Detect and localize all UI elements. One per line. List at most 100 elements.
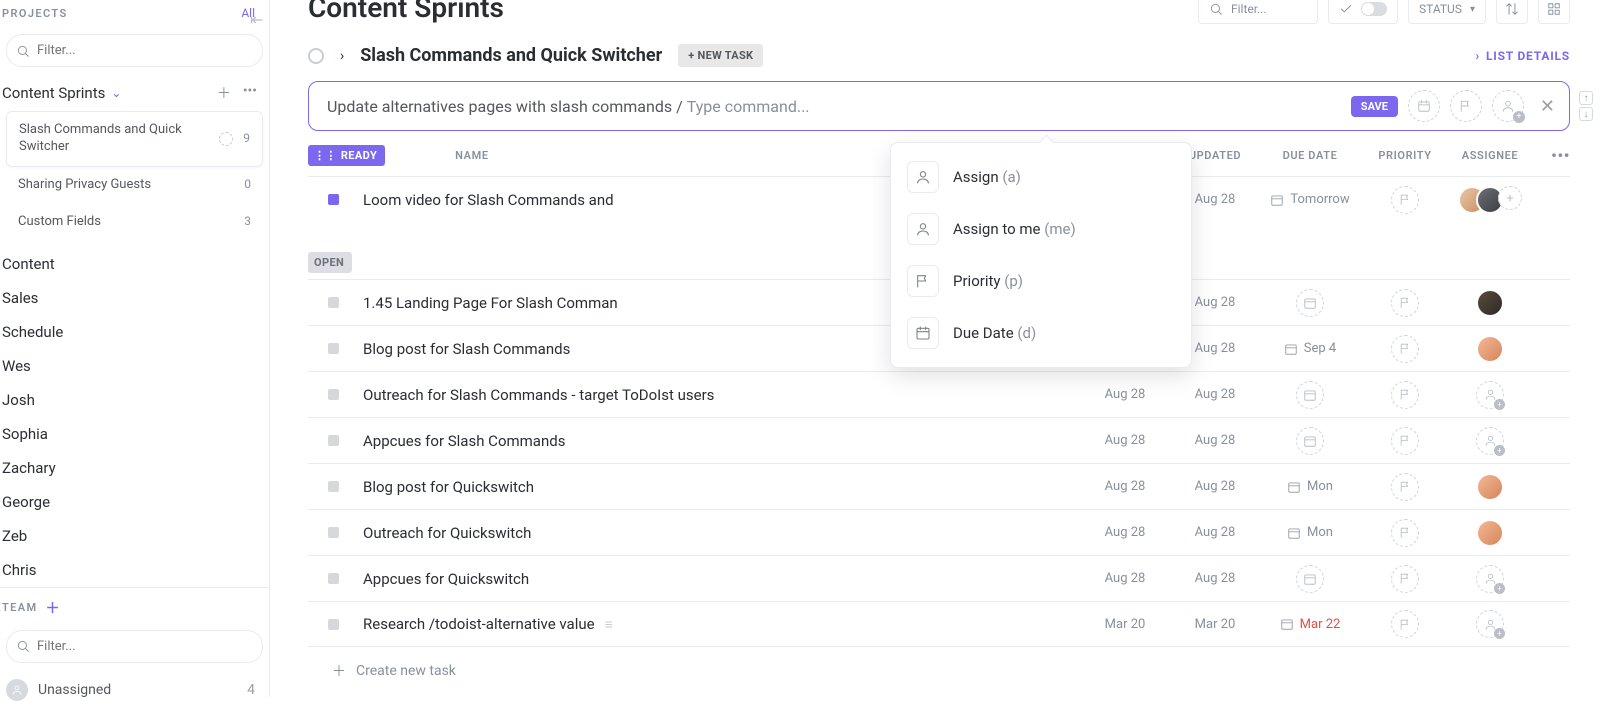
priority-cell[interactable] — [1360, 565, 1450, 593]
status-dot[interactable] — [328, 619, 339, 630]
assignee-cell[interactable]: + — [1450, 381, 1530, 409]
task-row[interactable]: Appcues for Quickswitch Aug 28 Aug 28 + — [308, 555, 1570, 601]
due-cell[interactable] — [1260, 381, 1360, 409]
arrow-up-icon[interactable]: ↑ — [1579, 91, 1593, 105]
priority-cell[interactable] — [1360, 473, 1450, 501]
composer-close-icon[interactable]: ✕ — [1540, 96, 1555, 117]
projects-filter[interactable] — [6, 34, 263, 67]
priority-cell[interactable] — [1360, 610, 1450, 638]
view-grid-button[interactable] — [1538, 0, 1570, 24]
status-dot[interactable] — [328, 194, 339, 205]
new-task-button[interactable]: + NEW TASK — [678, 44, 763, 67]
sidebar-list-item[interactable]: Slash Commands and Quick Switcher 9 — [6, 111, 263, 167]
status-dot[interactable] — [328, 527, 339, 538]
assignee-cell[interactable]: + — [1450, 427, 1530, 455]
due-cell[interactable]: Mon — [1260, 525, 1360, 540]
col-actions-icon[interactable]: ••• — [1530, 146, 1570, 165]
slash-menu-item[interactable]: Assign (a) — [903, 151, 1179, 203]
sidebar-list-item[interactable]: Custom Fields 3 — [6, 204, 263, 241]
priority-cell[interactable] — [1360, 519, 1450, 547]
task-name[interactable]: Appcues for Slash Commands — [363, 432, 1080, 450]
status-dot[interactable] — [328, 297, 339, 308]
sidebar-nav-item[interactable]: Zeb — [0, 519, 269, 553]
composer-input[interactable]: Update alternatives pages with slash com… — [327, 97, 1341, 116]
status-dot[interactable] — [328, 573, 339, 584]
col-assignee[interactable]: ASSIGNEE — [1450, 149, 1530, 162]
status-dot[interactable] — [328, 343, 339, 354]
status-dropdown[interactable]: STATUS ▾ — [1408, 0, 1486, 24]
status-dot[interactable] — [328, 435, 339, 446]
status-dot[interactable] — [328, 389, 339, 400]
status-badge-open[interactable]: OPEN — [308, 252, 352, 273]
team-filter-input[interactable] — [6, 630, 263, 663]
task-row[interactable]: Blog post for Quickswitch Aug 28 Aug 28 … — [308, 463, 1570, 509]
task-composer[interactable]: Update alternatives pages with slash com… — [308, 81, 1570, 131]
sidebar-nav-item[interactable]: Josh — [0, 383, 269, 417]
create-task-row[interactable]: ＋ Create new task — [308, 647, 1570, 681]
sidebar-nav-item[interactable]: George — [0, 485, 269, 519]
assignee-cell[interactable] — [1450, 519, 1530, 547]
task-name[interactable]: Blog post for Quickswitch — [363, 478, 1080, 496]
due-cell[interactable] — [1260, 565, 1360, 593]
task-row[interactable]: Research /todoist-alternative value≡ Mar… — [308, 601, 1570, 647]
priority-cell[interactable] — [1360, 381, 1450, 409]
add-assignee-icon[interactable]: + — [1498, 186, 1522, 210]
due-cell[interactable] — [1260, 427, 1360, 455]
collapse-group-icon[interactable]: › — [340, 48, 344, 64]
priority-cell[interactable] — [1360, 186, 1450, 214]
sidebar-nav-item[interactable]: Schedule — [0, 315, 269, 349]
composer-due-slot[interactable] — [1408, 90, 1440, 122]
drag-handle-icon[interactable]: ≡ — [605, 616, 613, 633]
priority-cell[interactable] — [1360, 289, 1450, 317]
sidebar-nav-item[interactable]: Sophia — [0, 417, 269, 451]
due-cell[interactable]: Mon — [1260, 479, 1360, 494]
task-name[interactable]: Outreach for Slash Commands - target ToD… — [363, 386, 1080, 404]
filter-tasks[interactable]: Filter... — [1198, 0, 1318, 24]
sidebar-nav-item[interactable]: Sales — [0, 281, 269, 315]
sidebar-nav-item[interactable]: Content — [0, 247, 269, 281]
task-name[interactable]: Appcues for Quickswitch — [363, 570, 1080, 588]
arrow-down-icon[interactable]: ↓ — [1579, 107, 1593, 121]
assignee-cell[interactable]: + — [1450, 565, 1530, 593]
projects-filter-input[interactable] — [6, 34, 263, 67]
due-cell[interactable]: Tomorrow — [1260, 192, 1360, 207]
add-list-icon[interactable]: ＋ — [217, 83, 231, 103]
task-row[interactable]: Outreach for Quickswitch Aug 28 Aug 28 M… — [308, 509, 1570, 555]
include-toggle[interactable] — [308, 48, 324, 64]
status-dot[interactable] — [328, 481, 339, 492]
composer-assignee-slot[interactable]: + — [1492, 90, 1524, 122]
priority-cell[interactable] — [1360, 335, 1450, 363]
sidebar-list-item[interactable]: Sharing Privacy Guests 0 — [6, 167, 263, 204]
slash-menu-item[interactable]: Priority (p) — [903, 255, 1179, 307]
project-more-icon[interactable]: ••• — [243, 83, 257, 103]
assignee-cell[interactable] — [1450, 289, 1530, 317]
sidebar-nav-item[interactable]: Wes — [0, 349, 269, 383]
closed-toggle[interactable] — [1328, 0, 1398, 24]
add-team-icon[interactable]: ＋ — [46, 598, 61, 618]
sidebar-nav-item[interactable]: Chris — [0, 553, 269, 587]
col-priority[interactable]: PRIORITY — [1360, 149, 1450, 162]
due-cell[interactable]: Sep 4 — [1260, 341, 1360, 356]
assignee-cell[interactable] — [1450, 335, 1530, 363]
assignee-cell[interactable] — [1450, 473, 1530, 501]
save-button[interactable]: SAVE — [1351, 96, 1398, 117]
assignee-cell[interactable]: + — [1450, 186, 1530, 214]
composer-priority-slot[interactable] — [1450, 90, 1482, 122]
team-member-row[interactable]: Unassigned4 — [0, 671, 269, 709]
task-name[interactable]: Research /todoist-alternative value≡ — [363, 615, 1080, 633]
status-badge-ready[interactable]: ⋮⋮READY — [308, 145, 385, 166]
sidebar-nav-item[interactable]: Zachary — [0, 451, 269, 485]
due-cell[interactable] — [1260, 289, 1360, 317]
list-details-link[interactable]: › LIST DETAILS — [1476, 49, 1570, 63]
task-row[interactable]: Outreach for Slash Commands - target ToD… — [308, 371, 1570, 417]
col-due[interactable]: DUE DATE — [1260, 149, 1360, 162]
slash-menu-item[interactable]: Assign to me (me) — [903, 203, 1179, 255]
priority-cell[interactable] — [1360, 427, 1450, 455]
slash-menu-item[interactable]: Due Date (d) — [903, 307, 1179, 359]
team-filter[interactable] — [6, 630, 263, 663]
collapse-sidebar-icon[interactable]: ⇤ — [250, 10, 263, 29]
task-name[interactable]: Outreach for Quickswitch — [363, 524, 1080, 542]
assignee-cell[interactable]: + — [1450, 610, 1530, 638]
sort-button[interactable] — [1496, 0, 1528, 24]
due-cell[interactable]: Mar 22 — [1260, 617, 1360, 632]
